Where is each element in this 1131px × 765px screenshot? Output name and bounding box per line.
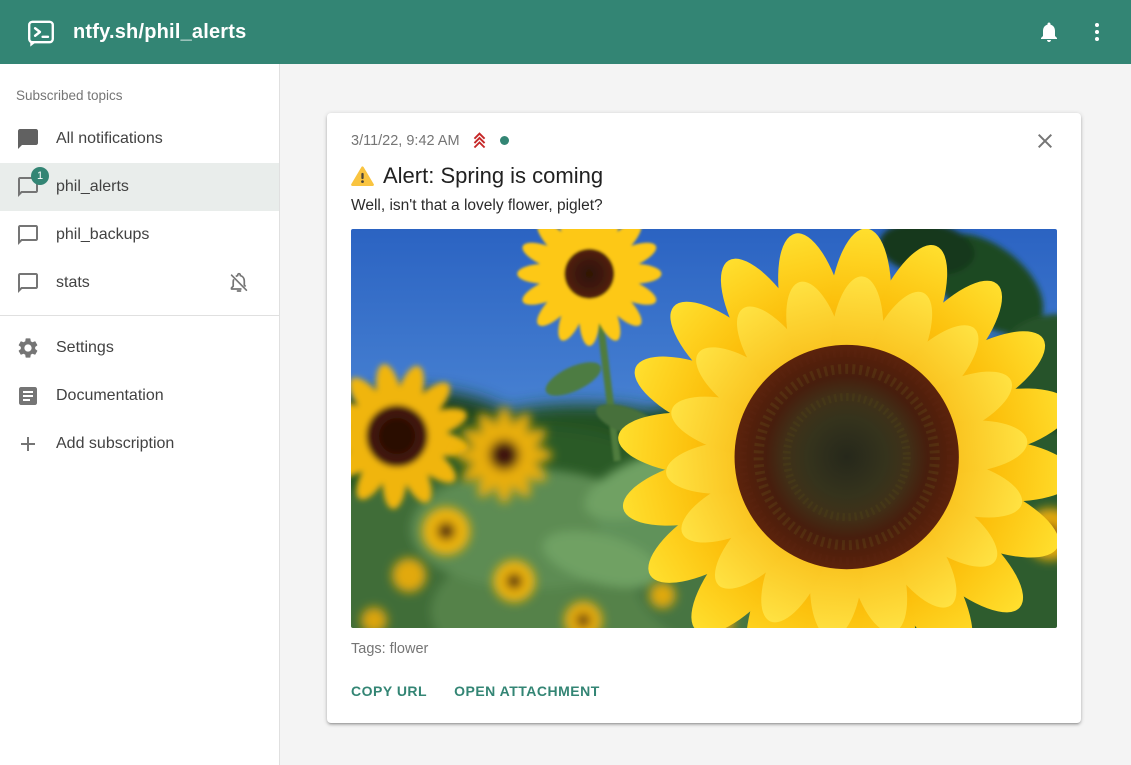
sidebar-item-label: phil_alerts <box>56 178 129 196</box>
chat-bubble-outline-icon <box>16 223 40 247</box>
chat-bubble-outline-icon <box>16 271 40 295</box>
notification-message: Well, isn't that a lovely flower, piglet… <box>351 197 1057 215</box>
unread-count-badge: 1 <box>31 167 49 185</box>
sidebar-item-add-subscription[interactable]: Add subscription <box>0 420 279 468</box>
sidebar: Subscribed topics All notifications 1 ph… <box>0 64 280 765</box>
page-title: ntfy.sh/phil_alerts <box>73 21 246 44</box>
warning-emoji-icon <box>351 165 374 188</box>
sidebar-item-phil-backups[interactable]: phil_backups <box>0 211 279 259</box>
sidebar-item-label: stats <box>56 274 90 292</box>
sidebar-item-settings[interactable]: Settings <box>0 324 279 372</box>
top-app-bar: ntfy.sh/phil_alerts <box>0 0 1131 64</box>
document-icon <box>16 384 40 408</box>
attachment-image[interactable] <box>351 229 1057 628</box>
sidebar-item-label: Documentation <box>56 387 164 405</box>
notification-timestamp: 3/11/22, 9:42 AM <box>351 133 460 149</box>
notifications-bell-button[interactable] <box>1025 8 1073 56</box>
overflow-menu-button[interactable] <box>1073 8 1121 56</box>
plus-icon <box>16 432 40 456</box>
sidebar-item-stats[interactable]: stats <box>0 259 279 307</box>
subscribed-topics-label: Subscribed topics <box>0 72 279 115</box>
sidebar-item-label: Add subscription <box>56 435 174 453</box>
gear-icon <box>16 336 40 360</box>
close-icon <box>1033 129 1057 153</box>
notification-tags: Tags: flower <box>351 641 1057 657</box>
copy-url-button[interactable]: COPY URL <box>351 683 427 699</box>
bell-icon <box>1037 20 1061 44</box>
notification-card: 3/11/22, 9:42 AM <box>327 113 1081 723</box>
notification-actions: COPY URL OPEN ATTACHMENT <box>351 683 1057 699</box>
sidebar-item-phil-alerts[interactable]: 1 phil_alerts <box>0 163 279 211</box>
sidebar-item-label: Settings <box>56 339 114 357</box>
sidebar-item-label: All notifications <box>56 130 163 148</box>
open-attachment-button[interactable]: OPEN ATTACHMENT <box>454 683 600 699</box>
ntfy-terminal-logo-icon <box>26 17 56 47</box>
sidebar-item-label: phil_backups <box>56 226 149 244</box>
main-content: 3/11/22, 9:42 AM <box>280 64 1131 765</box>
notification-title-row: Alert: Spring is coming <box>351 162 1057 191</box>
unread-dot <box>500 136 509 145</box>
sidebar-divider <box>0 315 279 316</box>
chat-bubble-filled-icon <box>16 127 40 151</box>
notification-title: Alert: Spring is coming <box>383 162 603 191</box>
sidebar-item-documentation[interactable]: Documentation <box>0 372 279 420</box>
kebab-menu-icon <box>1085 20 1109 44</box>
sidebar-item-all-notifications[interactable]: All notifications <box>0 115 279 163</box>
bell-off-icon <box>227 271 251 295</box>
ntfy-app: ntfy.sh/phil_alerts Subscribed topics <box>0 0 1131 765</box>
sunflower-photo-graphic <box>351 229 1057 628</box>
notification-card-header: 3/11/22, 9:42 AM <box>351 129 1057 155</box>
close-notification-button[interactable] <box>1033 129 1057 153</box>
triple-chevron-up-icon <box>468 129 491 152</box>
